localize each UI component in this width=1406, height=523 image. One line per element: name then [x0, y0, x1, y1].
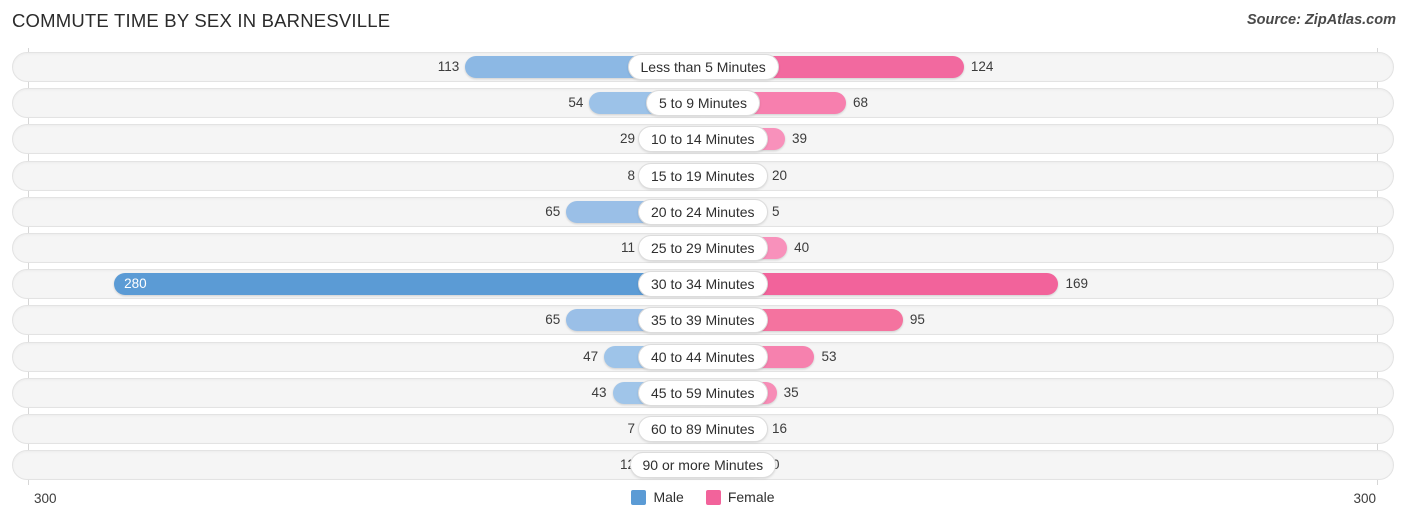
category-label: Less than 5 Minutes: [627, 54, 779, 80]
value-label-female: 124: [970, 59, 994, 74]
value-label-female: 68: [853, 95, 869, 111]
chart-row: 54 68 5 to 9 Minutes: [12, 88, 1394, 119]
chart-row: 113 124 Less than 5 Minutes: [12, 52, 1394, 82]
chart-row: 8 20 15 to 19 Minutes: [12, 160, 1394, 191]
value-label-female: 35: [783, 384, 799, 400]
category-label: 90 or more Minutes: [629, 452, 777, 479]
legend-item-female[interactable]: Female: [705, 489, 775, 505]
category-label: 20 to 24 Minutes: [638, 198, 768, 225]
category-label: 60 to 89 Minutes: [638, 416, 768, 442]
chart-footer: 300 300 Male Female: [0, 485, 1406, 523]
chart-row: 11 40 25 to 29 Minutes: [12, 233, 1394, 263]
value-label-male: 12: [619, 457, 635, 473]
value-label-female: 16: [772, 421, 788, 436]
chart-row: 12090 or more Minutes: [12, 450, 1394, 481]
category-label: 35 to 39 Minutes: [638, 307, 768, 334]
value-label-female: 95: [909, 312, 925, 328]
value-label-female: 5: [772, 203, 780, 219]
value-label-male: 54: [568, 95, 584, 111]
value-label-male: 47: [583, 348, 599, 364]
page-title: COMMUTE TIME BY SEX IN BARNESVILLE: [12, 10, 391, 31]
category-label: 45 to 59 Minutes: [638, 379, 768, 406]
value-label-female: 40: [794, 240, 810, 255]
legend-item-male[interactable]: Male: [631, 489, 684, 505]
chart-header: COMMUTE TIME BY SEX IN BARNESVILLE Sourc…: [0, 0, 1406, 44]
value-label-female: 20: [772, 167, 788, 183]
value-label-male: 113: [437, 59, 460, 74]
legend-label: Male: [653, 489, 684, 505]
chart-row: 65 95 35 to 39 Minutes: [12, 305, 1394, 336]
legend-swatch-icon: [631, 489, 647, 505]
value-label-male: 65: [545, 203, 561, 219]
category-label: 15 to 19 Minutes: [638, 162, 768, 189]
chart-row: 47 53 40 to 44 Minutes: [12, 341, 1394, 372]
value-label-male: 65: [545, 312, 561, 328]
category-label: 40 to 44 Minutes: [638, 343, 768, 370]
category-label: 25 to 29 Minutes: [638, 235, 768, 261]
legend-label: Female: [727, 489, 775, 505]
chart-legend: Male Female: [0, 489, 1406, 505]
value-label-female: 53: [821, 348, 837, 364]
category-label: 10 to 14 Minutes: [638, 126, 768, 153]
chart-plot-area: 113 124 Less than 5 Minutes 54 68 5 to 9 Minu…: [0, 48, 1406, 485]
chart-row: 43 35 45 to 59 Minutes: [12, 377, 1394, 408]
value-label-male: 7: [627, 421, 635, 436]
value-label-female: 169: [1065, 276, 1088, 292]
value-label-male: 29: [619, 131, 635, 147]
value-label-male: 11: [620, 240, 635, 255]
chart-row: 280 169 30 to 34 Minutes: [12, 269, 1394, 300]
legend-swatch-icon: [705, 489, 721, 505]
category-label: 5 to 9 Minutes: [646, 90, 760, 117]
chart-row: 29 39 10 to 14 Minutes: [12, 124, 1394, 155]
category-label: 30 to 34 Minutes: [638, 271, 768, 298]
value-label-female: 39: [792, 131, 808, 147]
value-label-male: 43: [591, 384, 607, 400]
chart-row: 7 16 60 to 89 Minutes: [12, 414, 1394, 444]
chart-row: 65 5 20 to 24 Minutes: [12, 196, 1394, 227]
value-label-male: 8: [627, 167, 635, 183]
bar-male[interactable]: [114, 273, 703, 296]
source-attribution: Source: ZipAtlas.com: [1246, 12, 1396, 28]
value-label-male: 280: [124, 276, 147, 292]
